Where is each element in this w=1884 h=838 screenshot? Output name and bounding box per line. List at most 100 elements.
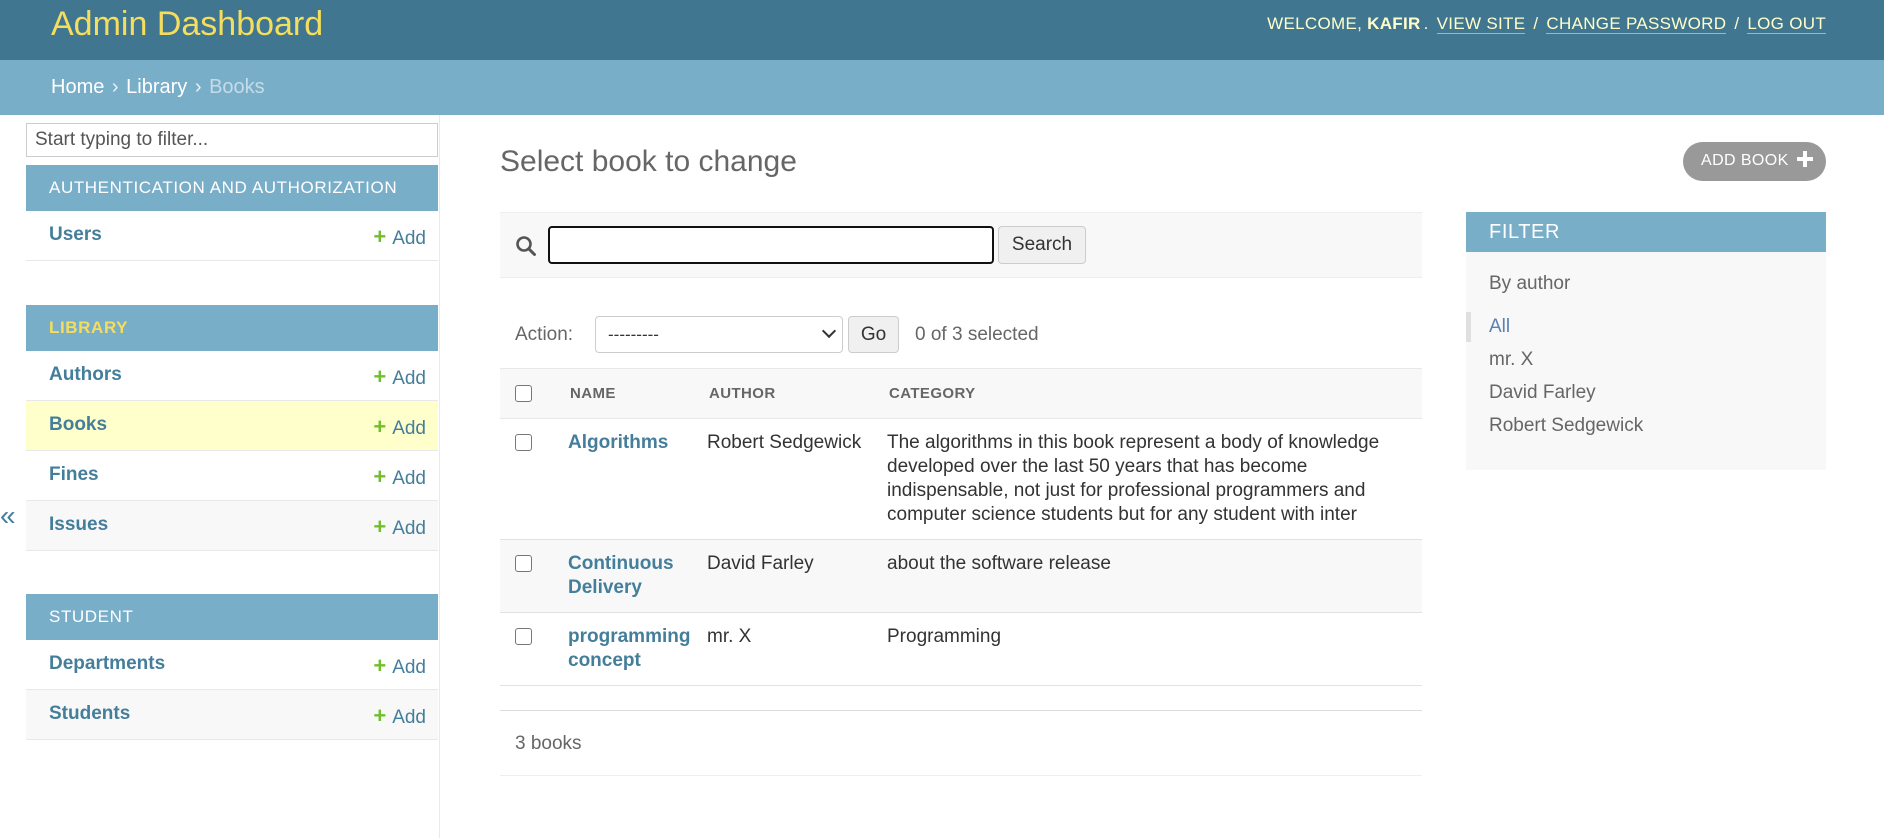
page-title: Select book to change <box>500 145 797 178</box>
breadcrumb: Home › Library › Books <box>0 60 1884 115</box>
filter-option-david-farley[interactable]: David Farley <box>1489 382 1596 404</box>
book-category: about the software release <box>877 539 1422 613</box>
view-site-link[interactable]: VIEW SITE <box>1436 14 1526 34</box>
site-name[interactable]: Admin Dashboard <box>51 5 323 44</box>
filter-title: FILTER <box>1466 212 1826 252</box>
add-students-button[interactable]: + Add <box>373 703 426 729</box>
filter-option-robert-sedgewick[interactable]: Robert Sedgewick <box>1489 415 1643 437</box>
filter-by-heading: By author <box>1489 273 1571 294</box>
plus-icon <box>1796 150 1814 168</box>
module-auth: AUTHENTICATION AND AUTHORIZATION Users +… <box>26 165 438 261</box>
module-caption-student[interactable]: STUDENT <box>26 594 438 640</box>
search-toolbar: Search <box>500 212 1422 278</box>
plus-icon: + <box>373 464 387 489</box>
plus-icon: + <box>373 224 387 249</box>
welcome-text: WELCOME, <box>1267 14 1363 33</box>
action-label: Action: <box>515 324 574 345</box>
sidebar-item-books-link[interactable]: Books <box>49 414 107 436</box>
column-header-author[interactable]: AUTHOR <box>697 368 877 419</box>
sidebar-item-issues: Issues + Add <box>26 501 438 551</box>
search-input[interactable] <box>548 226 994 264</box>
sidebar-item-books: Books + Add <box>26 401 438 451</box>
add-label: Add <box>392 707 426 728</box>
book-author: Robert Sedgewick <box>697 418 877 540</box>
result-count: 3 books <box>515 733 582 754</box>
chevron-down-icon <box>821 323 837 339</box>
add-authors-button[interactable]: + Add <box>373 364 426 390</box>
plus-icon: + <box>373 414 387 439</box>
breadcrumb-current: Books <box>209 76 265 98</box>
nav-sidebar: AUTHENTICATION AND AUTHORIZATION Users +… <box>25 115 440 838</box>
select-all-checkbox[interactable] <box>515 384 532 402</box>
log-out-link[interactable]: LOG OUT <box>1747 14 1826 34</box>
action-select[interactable]: --------- <box>595 316 843 353</box>
sidebar-item-authors-link[interactable]: Authors <box>49 364 122 386</box>
column-header-category[interactable]: CATEGORY <box>877 368 1422 419</box>
add-users-button[interactable]: + Add <box>373 224 426 250</box>
sidebar-item-departments-link[interactable]: Departments <box>49 653 165 675</box>
add-book-label: ADD BOOK <box>1701 152 1789 169</box>
add-label: Add <box>392 228 426 249</box>
add-label: Add <box>392 468 426 489</box>
module-caption-auth[interactable]: AUTHENTICATION AND AUTHORIZATION <box>26 165 438 211</box>
changelist-filter: FILTER By author All mr. X David Farley … <box>1466 212 1826 470</box>
module-student: STUDENT Departments + Add Students + Add <box>26 594 438 740</box>
go-button[interactable]: Go <box>848 316 899 353</box>
breadcrumb-home[interactable]: Home <box>51 76 104 98</box>
selected-count: 0 of 3 selected <box>915 324 1039 345</box>
sidebar-item-students: Students + Add <box>26 690 438 740</box>
book-link[interactable]: programming concept <box>568 626 690 671</box>
breadcrumb-library[interactable]: Library <box>126 76 187 98</box>
filter-selected-marker <box>1466 312 1471 342</box>
sidebar-item-departments: Departments + Add <box>26 640 438 690</box>
plus-icon: + <box>373 653 387 678</box>
book-author: mr. X <box>697 612 877 686</box>
table-header-row: NAME AUTHOR CATEGORY <box>500 368 1422 419</box>
filter-option-all[interactable]: All <box>1489 316 1510 338</box>
add-departments-button[interactable]: + Add <box>373 653 426 679</box>
column-header-name[interactable]: NAME <box>532 368 697 419</box>
module-library: LIBRARY Authors + Add Books + Add Fines + A… <box>26 305 438 551</box>
add-fines-button[interactable]: + Add <box>373 464 426 490</box>
change-password-link[interactable]: CHANGE PASSWORD <box>1546 14 1727 34</box>
sidebar-item-users-link[interactable]: Users <box>49 224 102 246</box>
add-book-button[interactable]: ADD BOOK <box>1683 142 1826 181</box>
select-all-header <box>500 368 532 419</box>
book-link[interactable]: Continuous Delivery <box>568 553 674 598</box>
module-caption-library[interactable]: LIBRARY <box>26 305 438 351</box>
filter-option-mr-x[interactable]: mr. X <box>1489 349 1533 371</box>
book-link[interactable]: Algorithms <box>568 432 668 453</box>
add-issues-button[interactable]: + Add <box>373 514 426 540</box>
book-author: David Farley <box>697 539 877 613</box>
sidebar-item-fines: Fines + Add <box>26 451 438 501</box>
row-checkbox[interactable] <box>515 628 532 645</box>
result-table: NAME AUTHOR CATEGORY Algorithms Robert S… <box>500 368 1422 686</box>
sidebar-item-students-link[interactable]: Students <box>49 703 130 725</box>
row-checkbox[interactable] <box>515 555 532 572</box>
book-category: The algorithms in this book represent a … <box>877 418 1422 540</box>
search-button[interactable]: Search <box>998 226 1086 264</box>
nav-filter-input[interactable] <box>26 123 438 157</box>
table-row: programming concept mr. X Programming <box>500 612 1422 686</box>
sidebar-item-users: Users + Add <box>26 211 438 261</box>
action-select-value: --------- <box>608 325 659 344</box>
plus-icon: + <box>373 364 387 389</box>
add-label: Add <box>392 657 426 678</box>
add-books-button[interactable]: + Add <box>373 414 426 440</box>
search-icon <box>516 236 536 256</box>
add-label: Add <box>392 518 426 539</box>
toggle-nav-sidebar-button[interactable]: « <box>0 500 20 532</box>
header: Admin Dashboard WELCOME, KAFIR. VIEW SIT… <box>0 0 1884 60</box>
book-category: Programming <box>877 612 1422 686</box>
sidebar-item-fines-link[interactable]: Fines <box>49 464 99 486</box>
actions-bar: Action: --------- Go 0 of 3 selected <box>500 300 1422 360</box>
plus-icon: + <box>373 514 387 539</box>
table-row: Continuous Delivery David Farley about t… <box>500 539 1422 613</box>
sidebar-item-issues-link[interactable]: Issues <box>49 514 108 536</box>
table-row: Algorithms Robert Sedgewick The algorith… <box>500 418 1422 540</box>
username: KAFIR <box>1367 14 1421 33</box>
user-tools: WELCOME, KAFIR. VIEW SITE / CHANGE PASSW… <box>1267 14 1826 34</box>
plus-icon: + <box>373 703 387 728</box>
row-checkbox[interactable] <box>515 434 532 451</box>
sidebar-item-authors: Authors + Add <box>26 351 438 401</box>
